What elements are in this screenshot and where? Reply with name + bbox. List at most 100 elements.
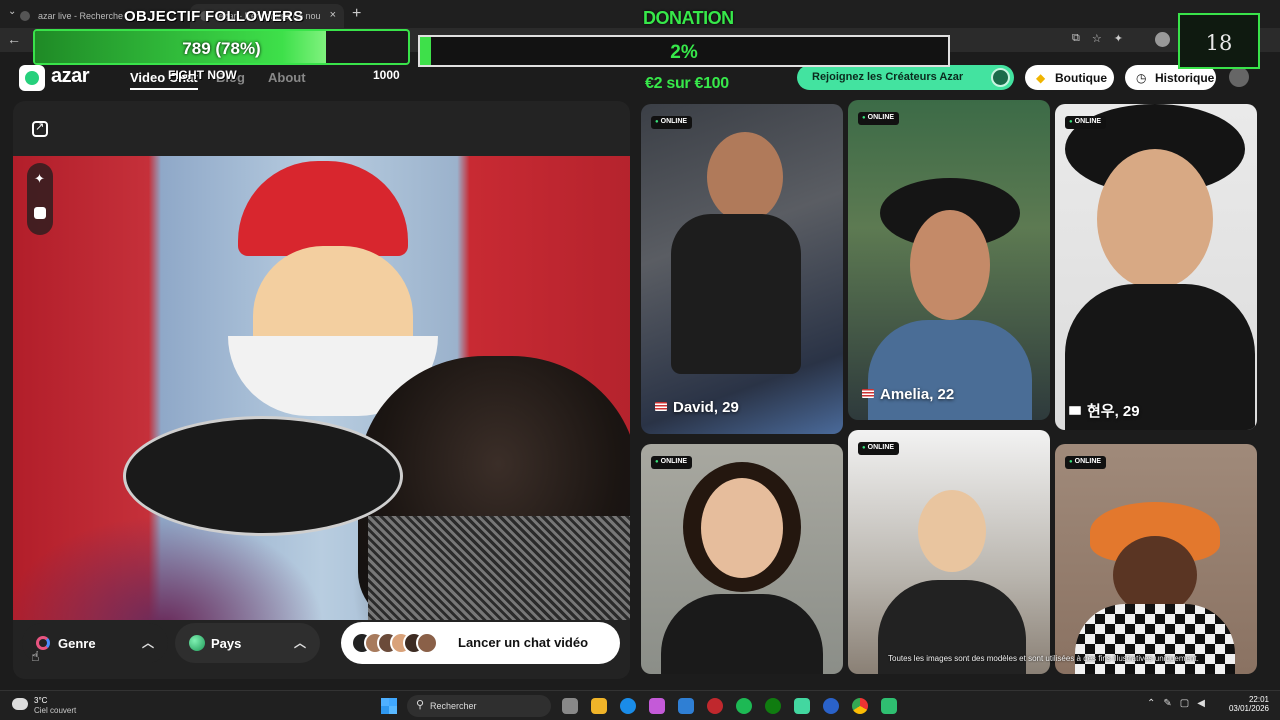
profile-name: 현우, 29 <box>1069 400 1140 421</box>
profile-name: David, 29 <box>655 399 739 416</box>
fight-now-text: FIGHT NOW <box>168 68 237 82</box>
nav-about[interactable]: About <box>268 70 306 85</box>
online-badge: ONLINE <box>651 116 693 129</box>
followers-progress-text: 789 (78%) <box>182 39 261 58</box>
profile-photo-body <box>671 214 801 374</box>
stream-counter-value: 18 <box>1205 31 1233 55</box>
clock-time: 22:01 <box>1248 695 1269 704</box>
profile-photo-body <box>661 594 823 674</box>
windows-start-icon[interactable] <box>381 698 397 714</box>
user-avatar[interactable] <box>1229 67 1249 87</box>
us-flag-icon <box>655 402 667 411</box>
us-flag-icon <box>862 389 874 398</box>
face-filter-icon[interactable] <box>34 207 46 219</box>
profile-card[interactable]: ONLINE <box>848 430 1050 674</box>
azar-logo-icon[interactable] <box>19 65 45 91</box>
new-tab-button[interactable]: + <box>352 5 361 23</box>
spotify-icon[interactable] <box>736 698 752 714</box>
stream-counter-box: 18 <box>1178 13 1260 69</box>
profile-card[interactable]: ONLINE <box>1055 444 1257 674</box>
edge-browser-icon[interactable] <box>620 698 636 714</box>
online-badge: ONLINE <box>1065 116 1107 129</box>
creator-badge-icon <box>991 68 1010 87</box>
join-creators-label: Rejoignez les Créateurs Azar <box>812 71 964 83</box>
followers-goal-title: OBJECTIF FOLLOWERS <box>124 8 304 25</box>
launch-video-chat-button[interactable]: Lancer un chat vidéo <box>341 622 620 664</box>
expand-icon[interactable] <box>32 120 48 137</box>
gender-label: Genre <box>58 636 96 651</box>
profile-name-text: Amelia, 22 <box>880 386 955 403</box>
bookmark-star-icon[interactable]: ☆ <box>1092 32 1102 45</box>
weather-cloud-icon[interactable] <box>12 698 28 710</box>
gender-filter-button[interactable]: Genre ︿ <box>22 623 168 663</box>
profile-photo-body <box>1075 604 1235 674</box>
clock-date: 03/01/2026 <box>1228 704 1269 713</box>
shop-label: Boutique <box>1055 71 1107 85</box>
profile-photo <box>707 132 783 222</box>
diamond-icon: ◆ <box>1036 71 1046 85</box>
back-button[interactable]: ← <box>7 31 21 47</box>
open-app-icon[interactable]: ⧉ <box>1072 32 1080 45</box>
video-side-toolbar: ✦ <box>27 163 53 235</box>
followers-progress-bar: 789 (78%) <box>33 29 410 65</box>
mouse-cursor-icon: ☝ <box>31 648 40 664</box>
profile-card[interactable]: ONLINE David, 29 <box>641 104 843 434</box>
kr-flag-icon <box>1069 406 1081 415</box>
globe-icon <box>189 635 205 651</box>
webcam-video <box>13 156 630 620</box>
country-label: Pays <box>211 636 242 651</box>
avatar <box>416 632 438 654</box>
online-badge: ONLINE <box>1065 456 1107 469</box>
system-tray-icons[interactable]: ⌃✎▢◀ <box>1147 698 1213 709</box>
file-explorer-icon[interactable] <box>591 698 607 714</box>
app-red-icon[interactable] <box>707 698 723 714</box>
join-creators-button[interactable]: Rejoignez les Créateurs Azar <box>797 65 1014 90</box>
app-teal-icon[interactable] <box>881 698 897 714</box>
tab-title: azar live - Recherche <box>38 11 124 21</box>
profile-photo-face <box>1097 149 1213 289</box>
online-badge: ONLINE <box>858 112 900 125</box>
profile-card[interactable]: ONLINE <box>641 444 843 674</box>
task-view-icon[interactable] <box>562 698 578 714</box>
profile-card[interactable]: ONLINE 현우, 29 <box>1055 104 1257 430</box>
donation-title: DONATION <box>643 8 734 28</box>
person-jacket <box>368 516 630 620</box>
history-label: Historique <box>1155 71 1215 85</box>
tab-favicon-icon <box>20 11 30 21</box>
profile-photo-face <box>910 210 990 320</box>
clock-icon: ◷ <box>1136 71 1147 85</box>
store-icon[interactable] <box>678 698 694 714</box>
profile-name-text: David, 29 <box>673 399 739 416</box>
shop-button[interactable]: ◆ Boutique <box>1025 65 1114 90</box>
app-c-icon[interactable] <box>823 698 839 714</box>
profile-photo-face <box>918 490 986 572</box>
taskbar-clock[interactable]: 22:01 03/01/2026 <box>1225 695 1269 713</box>
profile-photo-face <box>701 478 783 578</box>
app-green-icon[interactable] <box>794 698 810 714</box>
online-badge: ONLINE <box>651 456 693 469</box>
taskbar-search[interactable]: Rechercher <box>407 695 551 717</box>
weather-condition: Ciel couvert <box>34 706 77 715</box>
browser-profile-avatar[interactable] <box>1155 32 1170 47</box>
windows-taskbar: 3°C Ciel couvert Rechercher ⌃✎▢◀ 22:01 0… <box>0 690 1280 720</box>
images-disclaimer: Toutes les images sont des modèles et so… <box>888 654 1199 663</box>
chevron-up-icon: ︿ <box>141 636 154 650</box>
profile-name: Amelia, 22 <box>862 386 954 403</box>
count-1000-text: 1000 <box>373 68 400 82</box>
profile-card[interactable]: ONLINE Amelia, 22 <box>848 100 1050 420</box>
country-filter-button[interactable]: Pays ︿ <box>175 623 320 663</box>
donation-amount-text: €2 sur €100 <box>645 75 729 92</box>
azar-brand[interactable]: azar <box>51 65 90 88</box>
person-black-hat <box>123 416 403 536</box>
profile-photo-body <box>868 320 1032 420</box>
avatar-stack <box>351 632 438 654</box>
sparkle-effects-icon[interactable]: ✦ <box>34 171 45 187</box>
mural-santa-hat <box>238 161 408 256</box>
tab-close-icon[interactable]: × <box>330 9 336 21</box>
profile-name-text: 현우, 29 <box>1087 403 1140 420</box>
chrome-icon[interactable] <box>852 698 868 714</box>
chevron-up-icon: ︿ <box>293 636 306 650</box>
copilot-icon[interactable] <box>649 698 665 714</box>
xbox-icon[interactable] <box>765 698 781 714</box>
extensions-icon[interactable]: ✦ <box>1114 32 1123 45</box>
